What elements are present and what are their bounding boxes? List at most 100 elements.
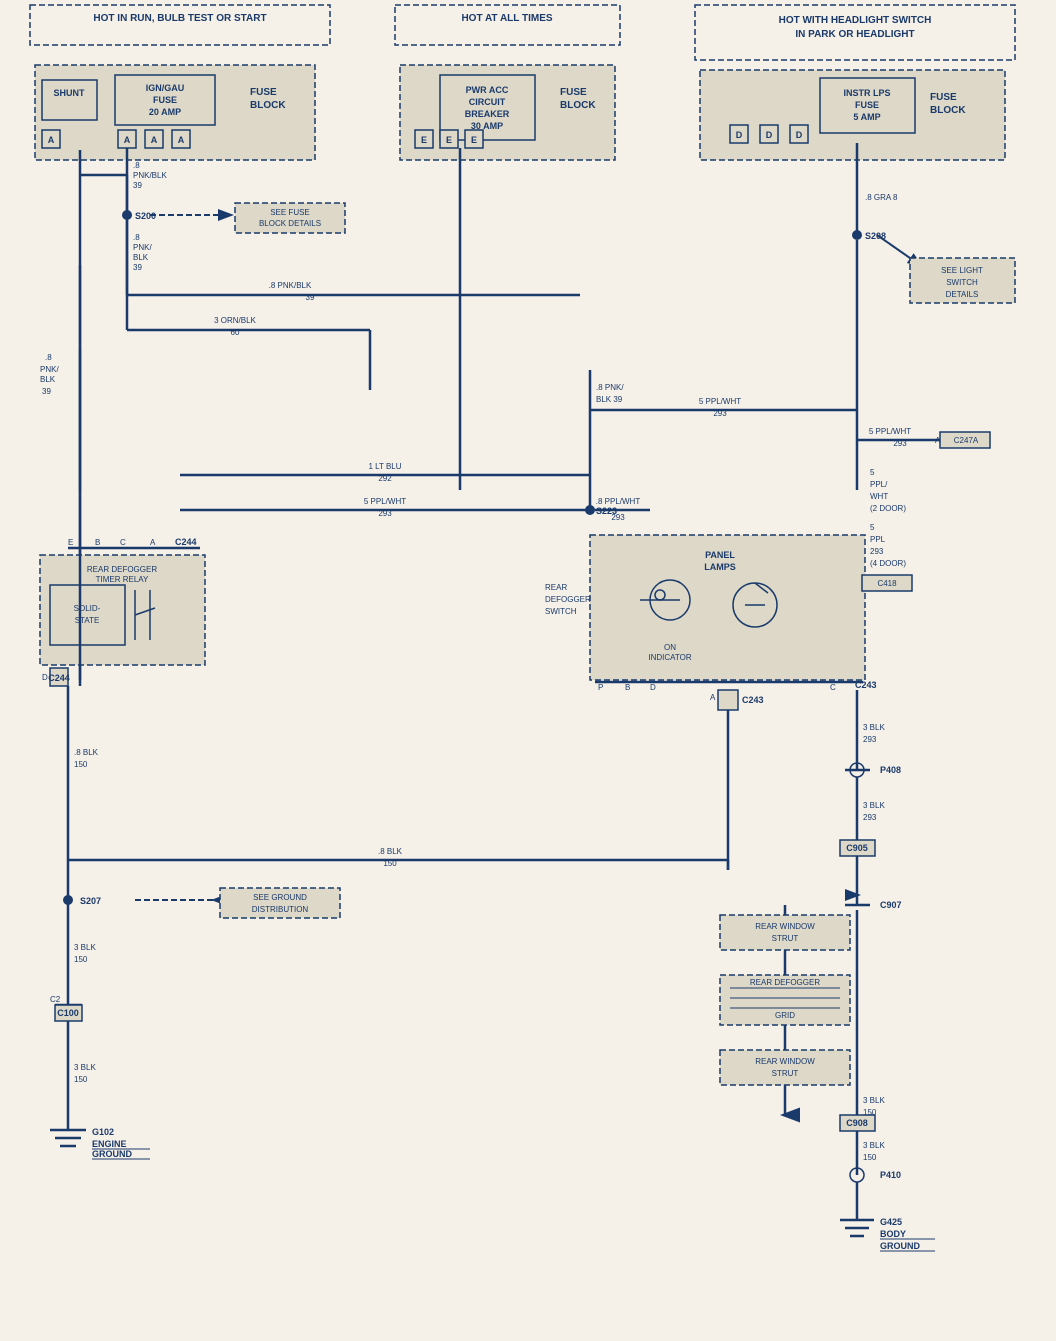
wire-293-lower: 293 [378, 509, 392, 518]
relay-label-1: REAR DEFOGGER [87, 565, 157, 574]
relay-label-2: TIMER RELAY [96, 575, 149, 584]
wire-blk-39-center: BLK 39 [596, 395, 623, 404]
g102-label: G102 [92, 1127, 114, 1137]
header-right-line1: HOT WITH HEADLIGHT SWITCH [779, 15, 932, 26]
rear-defogger-sw-2: DEFOGGER [545, 595, 591, 604]
left-wire-8: .8 [45, 353, 52, 362]
fuse-block-center1: FUSE [560, 87, 587, 98]
terminal-d2: D [766, 130, 773, 140]
see-light-switch-1: SEE LIGHT [941, 266, 983, 275]
wire-pnk-blk-1: .8 [133, 161, 140, 170]
terminal-e: E [68, 538, 73, 547]
c247a-label: C247A [954, 436, 979, 445]
wire-293-right: 293 [893, 439, 907, 448]
c908-label: C908 [846, 1118, 868, 1128]
c418-label: C418 [877, 579, 897, 588]
rear-window-strut-bot-2: STRUT [772, 1069, 799, 1078]
terminal-a3: A [151, 135, 158, 145]
wire-pnk-blk-hz: .8 PNK/BLK [269, 281, 312, 290]
ign-gau-label: IGN/GAU [146, 83, 185, 93]
wire-293-top: 293 [713, 409, 727, 418]
wire-ppl-293-b: PPL/ [870, 480, 888, 489]
rear-window-strut-top-1: REAR WINDOW [755, 922, 815, 931]
see-ground-1: SEE GROUND [253, 893, 307, 902]
fuse-block-center2: BLOCK [560, 100, 596, 111]
indicator-label: INDICATOR [648, 653, 691, 662]
wire-3-blk-150-2: 3 BLK [74, 1063, 96, 1072]
wire-pnk-blk-3: 39 [133, 181, 142, 190]
wire-150-2: 150 [74, 955, 88, 964]
engine-ground-label: ENGINE [92, 1139, 127, 1149]
terminal-b-c243: B [625, 683, 630, 692]
wire-293-gnd: 293 [863, 735, 877, 744]
body-ground-label2: GROUND [880, 1241, 920, 1251]
terminal-d-c244: D [42, 673, 48, 682]
wire-8-blk-150: .8 BLK [74, 748, 99, 757]
wire-39-5: 39 [133, 263, 142, 272]
engine-ground-label2: GROUND [92, 1149, 132, 1159]
wire-5-ppl-right: 5 PPL/WHT [869, 427, 911, 436]
see-fuse-block-1: SEE FUSE [270, 208, 310, 217]
fuse-block-label1: FUSE [250, 87, 277, 98]
terminal-a2: A [124, 135, 131, 145]
wire-ppl-4d: PPL [870, 535, 886, 544]
wire-3-blk-293-2: 3 BLK [863, 801, 885, 810]
20amp-label: 20 AMP [149, 107, 181, 117]
wire-pnk-blk-4: PNK/ [133, 243, 152, 252]
wire-293-s223: 293 [611, 513, 625, 522]
wire-gra-8: .8 GRA 8 [865, 193, 898, 202]
c243-a-label: C243 [742, 695, 764, 705]
rear-defogger-sw-1: REAR [545, 583, 567, 592]
solid-state-label: SOLID- [74, 604, 101, 613]
c243-label: C243 [855, 680, 877, 690]
fuse-block-label2: BLOCK [250, 100, 286, 111]
fuse-block-right2: BLOCK [930, 105, 966, 116]
see-ground-2: DISTRIBUTION [252, 905, 309, 914]
wire-150-1: 150 [74, 760, 88, 769]
wire-pnk-blk-2: PNK/BLK [133, 171, 167, 180]
terminal-e1: E [421, 135, 427, 145]
body-ground-label: BODY [880, 1229, 906, 1239]
terminal-e3: E [471, 135, 477, 145]
wire-3-blk-293: 3 BLK [863, 723, 885, 732]
see-fuse-block-2: BLOCK DETAILS [259, 219, 321, 228]
terminal-d1: D [736, 130, 743, 140]
5amp-label: 5 AMP [853, 112, 880, 122]
terminal-c-c243: C [830, 683, 836, 692]
on-label: ON [664, 643, 676, 652]
wire-5-ppl-lower: 5 PPL/WHT [364, 497, 406, 506]
see-light-switch-3: DETAILS [946, 290, 979, 299]
header-left-title: HOT IN RUN, BULB TEST OR START [93, 13, 266, 24]
left-wire-pnk: PNK/ [40, 365, 59, 374]
rear-defogger-sw-3: SWITCH [545, 607, 577, 616]
terminal-b: B [95, 538, 100, 547]
solid-state-label2: STATE [75, 616, 100, 625]
wire-ppl-wht-top: 5 PPL/WHT [699, 397, 741, 406]
fuse-label: FUSE [153, 95, 177, 105]
wire-3-blk-150-r2: 3 BLK [863, 1141, 885, 1150]
wire-8-blk-150-hz: .8 BLK [378, 847, 403, 856]
diagram-container: text { font-family: Arial, Helvetica, sa… [0, 0, 1056, 1341]
circuit-label: CIRCUIT [469, 97, 506, 107]
c907-label: C907 [880, 900, 902, 910]
rear-window-strut-top-2: STRUT [772, 934, 799, 943]
s208-dot [852, 230, 862, 240]
rear-defogger-grid-2: GRID [775, 1011, 795, 1020]
rear-window-strut-bot-1: REAR WINDOW [755, 1057, 815, 1066]
terminal-a4: A [178, 135, 185, 145]
s207-label: S207 [80, 896, 101, 906]
fuse-block-right1: FUSE [930, 92, 957, 103]
wire-blk-5: BLK [133, 253, 149, 262]
wire-150-r2: 150 [863, 1153, 877, 1162]
left-wire-blk: BLK [40, 375, 56, 384]
wire-8-pnk-center: .8 PNK/ [596, 383, 624, 392]
g425-label: G425 [880, 1217, 902, 1227]
wire-293-gnd-2: 293 [863, 813, 877, 822]
c905-label: C905 [846, 843, 868, 853]
terminal-a-c244: A [150, 538, 156, 547]
terminal-d3: D [796, 130, 803, 140]
terminal-d-c243: D [650, 683, 656, 692]
p408-label: P408 [880, 765, 901, 775]
wire-8-label: .8 [133, 233, 140, 242]
c100-label: C100 [57, 1008, 79, 1018]
